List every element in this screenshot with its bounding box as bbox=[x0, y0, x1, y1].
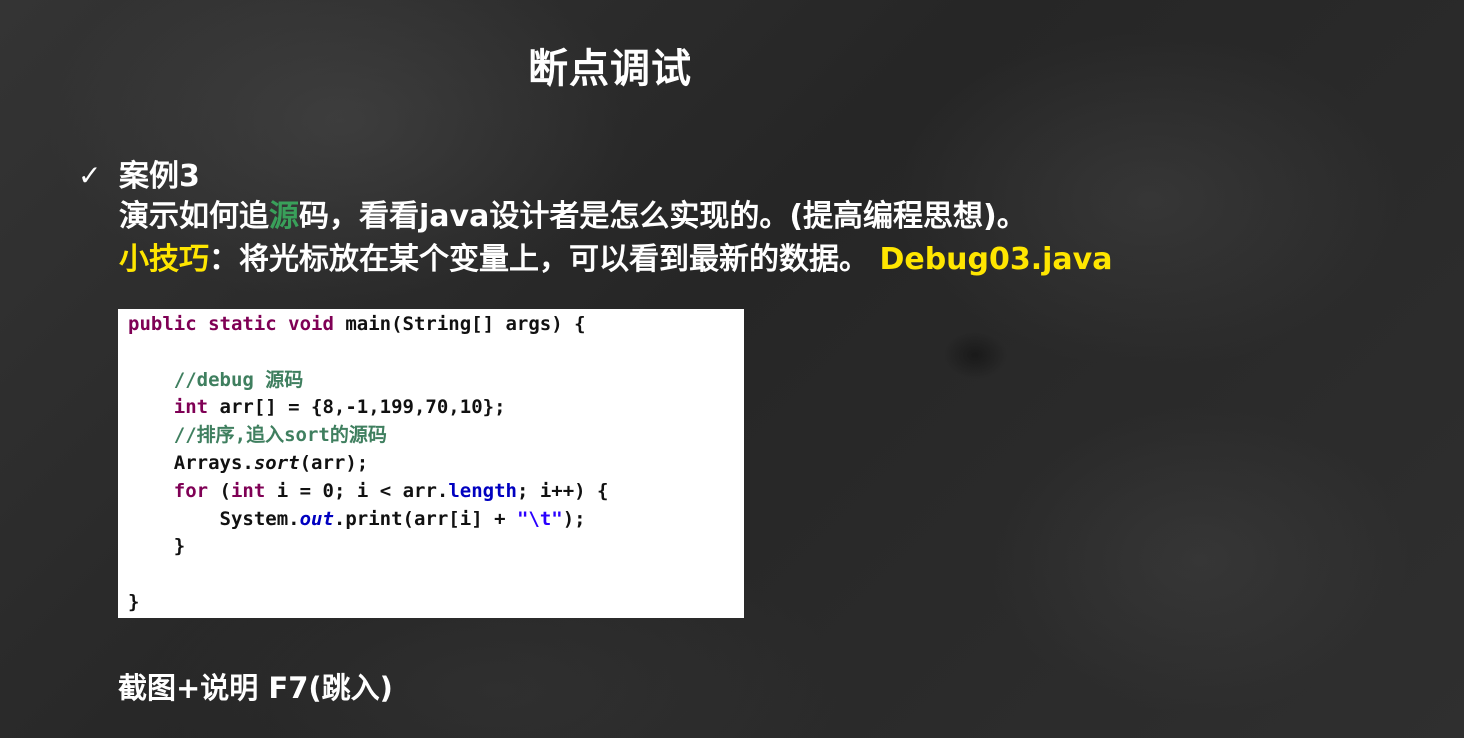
code-text: ( bbox=[208, 479, 231, 502]
checkmark-icon: ✓ bbox=[78, 159, 102, 192]
code-line-array-decl: int arr[] = {8,-1,199,70,10}; bbox=[128, 394, 744, 422]
code-text: main(String[] args) { bbox=[333, 313, 586, 335]
code-keyword: int bbox=[173, 396, 209, 419]
code-string: "\t" bbox=[516, 507, 563, 530]
code-line-close-loop: } bbox=[128, 533, 744, 561]
code-text: ); bbox=[562, 507, 586, 530]
tip-text: ：将光标放在某个变量上，可以看到最新的数据。 bbox=[209, 242, 880, 277]
code-text: } bbox=[173, 535, 186, 558]
code-field: out bbox=[299, 507, 334, 530]
code-screenshot: public static void main(String[] args) {… bbox=[118, 309, 744, 618]
text-cursor-char: 源 bbox=[269, 199, 299, 234]
code-text: System. bbox=[219, 507, 300, 530]
code-line-for-loop: for (int i = 0; i < arr.length; i++) { bbox=[128, 478, 744, 506]
code-text: .print(arr[i] + bbox=[333, 507, 517, 530]
code-line-comment-sort: //排序,追入sort的源码 bbox=[128, 422, 744, 450]
code-line-close-main: } bbox=[128, 589, 744, 617]
code-line-sort-call: Arrays.sort(arr); bbox=[128, 450, 744, 478]
code-text: (arr); bbox=[299, 451, 369, 474]
case-description: 演示如何追源码，看看java设计者是怎么实现的。(提高编程思想)。 bbox=[119, 199, 1027, 235]
code-field: length bbox=[448, 479, 517, 502]
code-text: ; i++) { bbox=[516, 479, 609, 502]
code-keyword: public static void bbox=[128, 313, 334, 335]
code-text: Arrays. bbox=[173, 451, 254, 474]
code-comment: //排序,追入sort的源码 bbox=[173, 424, 387, 447]
case-label: 案例3 bbox=[119, 159, 200, 194]
code-line-main-signature: public static void main(String[] args) { bbox=[128, 311, 744, 339]
code-keyword: int bbox=[230, 479, 266, 502]
code-text: arr[] = {8,-1,199,70,10}; bbox=[208, 396, 506, 419]
slide-title: 断点调试 bbox=[528, 46, 692, 92]
description-part-2: 码，看看java设计者是怎么实现的。(提高编程思想)。 bbox=[299, 199, 1027, 234]
tip-line: 小技巧：将光标放在某个变量上，可以看到最新的数据。 Debug03.java bbox=[119, 242, 1112, 278]
tip-label: 小技巧 bbox=[119, 242, 209, 277]
code-method: sort bbox=[253, 451, 300, 474]
code-line-print: System.out.print(arr[i] + "\t"); bbox=[128, 506, 744, 534]
code-keyword: for bbox=[173, 479, 209, 502]
code-comment: //debug 源码 bbox=[173, 368, 304, 391]
code-line-comment-debug: //debug 源码 bbox=[128, 367, 744, 395]
code-text: } bbox=[128, 590, 140, 613]
footer-note: 截图+说明 F7(跳入) bbox=[118, 671, 393, 705]
tip-file-name: Debug03.java bbox=[879, 242, 1113, 277]
code-text: i = 0; i < arr. bbox=[265, 479, 449, 502]
description-part-1: 演示如何追 bbox=[119, 199, 269, 234]
